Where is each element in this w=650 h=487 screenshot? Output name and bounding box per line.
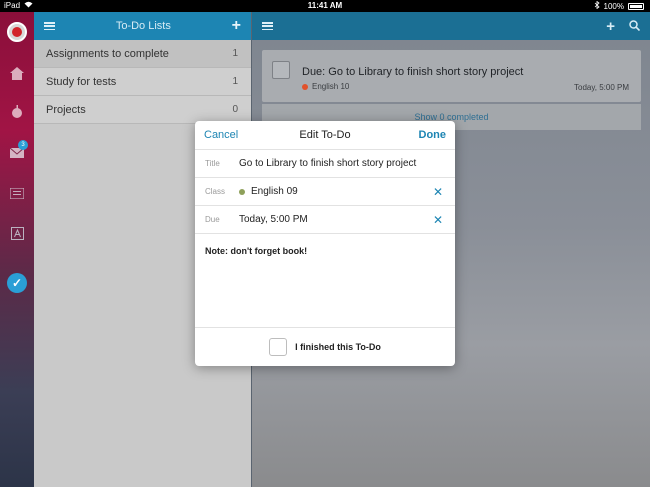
finished-label: I finished this To-Do — [295, 341, 381, 352]
logo-icon[interactable] — [7, 22, 27, 42]
bluetooth-icon — [594, 0, 600, 11]
check-icon[interactable]: ✓ — [7, 273, 27, 293]
class-color-dot — [239, 188, 245, 195]
due-label: Due — [205, 215, 220, 224]
list-icon[interactable] — [8, 184, 26, 202]
title-field[interactable]: Title Go to Library to finish short stor… — [195, 150, 455, 178]
search-icon[interactable] — [629, 18, 641, 35]
menu-icon[interactable] — [44, 22, 55, 30]
list-item-label: Projects — [46, 103, 86, 116]
notes-textarea[interactable]: Note: don't forget book! — [195, 234, 455, 328]
app-rail: 3 ✓ — [0, 12, 34, 487]
home-icon[interactable] — [8, 64, 26, 82]
text-icon[interactable] — [8, 224, 26, 242]
list-item-count: 1 — [232, 48, 238, 59]
list-item-count: 0 — [232, 104, 238, 115]
add-list-button[interactable]: + — [232, 17, 241, 35]
lists-title: To-Do Lists — [115, 20, 171, 32]
clear-due-button[interactable]: ✕ — [433, 213, 443, 227]
todo-due-time: Today, 5:00 PM — [574, 83, 629, 92]
todo-card[interactable]: Due: Go to Library to finish short story… — [262, 50, 641, 102]
todo-class: English 10 — [302, 82, 349, 91]
main-header: + — [252, 12, 650, 40]
finish-row[interactable]: I finished this To-Do — [195, 328, 455, 365]
apple-icon[interactable] — [8, 102, 26, 120]
menu-icon[interactable] — [262, 22, 273, 30]
add-todo-button[interactable]: + — [606, 18, 615, 35]
todo-class-label: English 10 — [312, 82, 350, 91]
due-field[interactable]: Due Today, 5:00 PM ✕ — [195, 206, 455, 234]
class-field[interactable]: Class English 09 ✕ — [195, 178, 455, 206]
battery-percent: 100% — [603, 1, 624, 11]
list-item[interactable]: Assignments to complete 1 — [34, 40, 251, 68]
battery-icon — [628, 2, 644, 10]
list-item-label: Assignments to complete — [46, 47, 169, 60]
list-item-count: 1 — [232, 76, 238, 87]
class-label: Class — [205, 187, 226, 196]
list-item[interactable]: Projects 0 — [34, 96, 251, 124]
edit-todo-dialog: Cancel Edit To-Do Done Title Go to Libra… — [195, 121, 455, 366]
finished-checkbox[interactable] — [269, 337, 288, 356]
list-item[interactable]: Study for tests 1 — [34, 68, 251, 96]
todo-checkbox[interactable] — [272, 61, 290, 79]
title-value[interactable]: Go to Library to finish short story proj… — [239, 158, 416, 169]
done-button[interactable]: Done — [419, 129, 447, 141]
title-label: Title — [205, 159, 220, 168]
todo-title: Due: Go to Library to finish short story… — [302, 66, 524, 78]
dialog-header: Cancel Edit To-Do Done — [195, 121, 455, 150]
class-value-wrap[interactable]: English 09 — [239, 186, 298, 197]
status-bar: iPad 11:41 AM 100% — [0, 0, 650, 12]
status-time: 11:41 AM — [307, 1, 343, 10]
due-value[interactable]: Today, 5:00 PM — [239, 214, 308, 225]
lists-header: To-Do Lists + — [34, 12, 251, 40]
mail-badge: 3 — [18, 140, 28, 150]
list-item-label: Study for tests — [46, 75, 117, 88]
clear-class-button[interactable]: ✕ — [433, 185, 443, 199]
cancel-button[interactable]: Cancel — [204, 129, 238, 141]
class-color-dot — [302, 83, 308, 90]
class-value: English 09 — [251, 186, 298, 197]
